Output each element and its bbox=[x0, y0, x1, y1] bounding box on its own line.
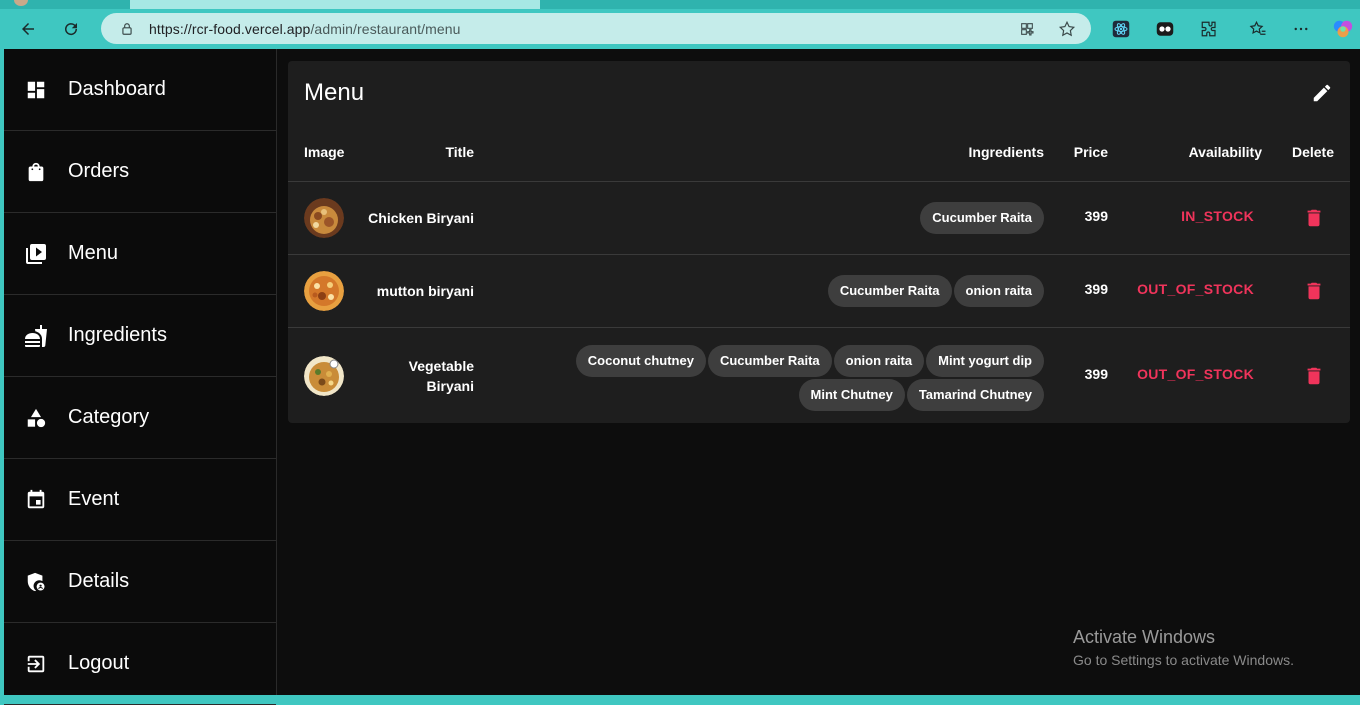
sidebar-item-label: Logout bbox=[68, 652, 130, 674]
favorite-star-icon[interactable] bbox=[1057, 19, 1077, 39]
extensions-puzzle-icon[interactable] bbox=[1198, 18, 1220, 40]
admin-panel-icon bbox=[24, 570, 48, 594]
main-content: Menu Image Title Ingredients Price Avail… bbox=[277, 49, 1360, 695]
ingredient-chip[interactable]: onion raita bbox=[833, 345, 925, 377]
sidebar-item-label: Event bbox=[68, 488, 120, 510]
react-devtools-icon[interactable] bbox=[1110, 18, 1132, 40]
table-row: Chicken Biryani Cucumber Raita 399 IN_ST… bbox=[288, 182, 1350, 255]
back-button[interactable] bbox=[11, 9, 45, 49]
trash-icon bbox=[1307, 209, 1321, 227]
sidebar-item-orders[interactable]: Orders bbox=[4, 131, 276, 213]
dish-image bbox=[304, 356, 344, 396]
sidebar-item-label: Category bbox=[68, 406, 150, 428]
ingredient-chip[interactable]: Cucumber Raita bbox=[827, 275, 952, 307]
sidebar-item-label: Dashboard bbox=[68, 78, 166, 100]
dish-image bbox=[304, 198, 344, 238]
sidebar-item-category[interactable]: Category bbox=[4, 377, 276, 459]
delete-button[interactable] bbox=[1302, 206, 1326, 230]
table-row: mutton biryani Cucumber Raita onion rait… bbox=[288, 255, 1350, 328]
dish-title: Chicken Biryani bbox=[368, 210, 474, 226]
dish-price: 399 bbox=[1084, 366, 1108, 382]
column-header-ingredients: Ingredients bbox=[968, 144, 1044, 160]
ingredient-chip[interactable]: Mint yogurt dip bbox=[926, 345, 1044, 377]
table-row: Vegetable Biryani Coconut chutney Cucumb… bbox=[288, 328, 1350, 423]
more-options-icon[interactable] bbox=[1290, 18, 1312, 40]
sidebar-item-event[interactable]: Event bbox=[4, 459, 276, 541]
sidebar-item-label: Details bbox=[68, 570, 130, 592]
watermark-title: Activate Windows bbox=[1073, 627, 1216, 647]
ingredient-chips: Cucumber Raita onion raita bbox=[574, 275, 1044, 307]
arrow-left-icon bbox=[22, 23, 34, 35]
url-text[interactable]: https://rcr-food.vercel.app/admin/restau… bbox=[149, 21, 461, 37]
app-available-icon[interactable] bbox=[1017, 19, 1037, 39]
browser-tabstrip bbox=[0, 0, 1360, 9]
logout-icon bbox=[24, 652, 48, 676]
dish-price: 399 bbox=[1084, 208, 1108, 224]
active-tab[interactable] bbox=[130, 0, 540, 9]
sidebar-item-menu[interactable]: Menu bbox=[4, 213, 276, 295]
browser-toolbar: https://rcr-food.vercel.app/admin/restau… bbox=[0, 9, 1360, 49]
dish-price: 399 bbox=[1084, 281, 1108, 297]
trash-icon bbox=[1307, 367, 1321, 385]
dish-title: Vegetable Biryani bbox=[408, 358, 474, 394]
sidebar-item-ingredients[interactable]: Ingredients bbox=[4, 295, 276, 377]
availability-status[interactable]: OUT_OF_STOCK bbox=[1137, 366, 1254, 382]
availability-status[interactable]: IN_STOCK bbox=[1181, 208, 1254, 224]
delete-button[interactable] bbox=[1302, 279, 1326, 303]
sidebar-item-details[interactable]: Details bbox=[4, 541, 276, 623]
windows-activation-watermark: Activate Windows Go to Settings to activ… bbox=[1073, 627, 1294, 668]
page-title: Menu bbox=[304, 79, 365, 106]
tab-favicon bbox=[14, 0, 28, 6]
sidebar-item-label: Ingredients bbox=[68, 324, 167, 346]
sidebar-item-label: Menu bbox=[68, 242, 119, 264]
column-header-price: Price bbox=[1073, 144, 1108, 160]
pencil-icon bbox=[1313, 84, 1331, 102]
column-header-delete: Delete bbox=[1291, 144, 1334, 160]
calendar-event-icon bbox=[24, 488, 48, 512]
refresh-icon bbox=[65, 23, 78, 36]
menu-card: Menu Image Title Ingredients Price Avail… bbox=[288, 61, 1350, 423]
trash-icon bbox=[1307, 282, 1321, 300]
ingredient-chips: Cucumber Raita bbox=[574, 202, 1044, 234]
sidebar-item-label: Orders bbox=[68, 160, 130, 182]
ingredient-chip[interactable]: Coconut chutney bbox=[575, 345, 706, 377]
category-shapes-icon bbox=[24, 406, 48, 430]
fastfood-icon bbox=[24, 324, 48, 348]
shopping-bag-icon bbox=[24, 160, 48, 184]
ingredient-chip[interactable]: onion raita bbox=[953, 275, 1044, 307]
sidebar-item-dashboard[interactable]: Dashboard bbox=[4, 49, 276, 131]
video-library-icon bbox=[24, 242, 48, 266]
ingredient-chip[interactable]: Mint Chutney bbox=[798, 379, 905, 411]
column-header-image: Image bbox=[304, 144, 345, 160]
address-bar[interactable]: https://rcr-food.vercel.app/admin/restau… bbox=[101, 13, 1091, 44]
copilot-icon[interactable] bbox=[1332, 18, 1354, 40]
ingredient-chip[interactable]: Tamarind Chutney bbox=[906, 379, 1044, 411]
column-header-title: Title bbox=[445, 144, 474, 160]
table-header: Image Title Ingredients Price Availabili… bbox=[288, 133, 1350, 182]
dish-image bbox=[304, 271, 344, 311]
availability-status[interactable]: OUT_OF_STOCK bbox=[1137, 281, 1254, 297]
column-header-availability: Availability bbox=[1188, 144, 1262, 160]
refresh-button[interactable] bbox=[54, 9, 88, 49]
ingredient-chip[interactable]: Cucumber Raita bbox=[707, 345, 832, 377]
url-host: https://rcr-food.vercel.app bbox=[149, 20, 311, 37]
dish-title: mutton biryani bbox=[376, 283, 474, 299]
site-info-icon[interactable] bbox=[119, 21, 135, 37]
dashboard-icon bbox=[24, 78, 48, 102]
ingredient-chip[interactable]: Cucumber Raita bbox=[920, 202, 1044, 234]
admin-app: Dashboard Orders Menu Ingredients Catego… bbox=[4, 49, 1360, 705]
sidebar-item-logout[interactable]: Logout bbox=[4, 623, 276, 705]
delete-button[interactable] bbox=[1302, 364, 1326, 388]
edit-button[interactable] bbox=[1310, 81, 1334, 105]
url-path: /admin/restaurant/menu bbox=[310, 20, 461, 37]
favorites-icon[interactable] bbox=[1247, 18, 1269, 40]
extension-eyes-icon[interactable] bbox=[1154, 18, 1176, 40]
watermark-subtitle: Go to Settings to activate Windows. bbox=[1073, 652, 1294, 668]
sidebar: Dashboard Orders Menu Ingredients Catego… bbox=[4, 49, 277, 705]
ingredient-chips: Coconut chutney Cucumber Raita onion rai… bbox=[574, 345, 1044, 411]
